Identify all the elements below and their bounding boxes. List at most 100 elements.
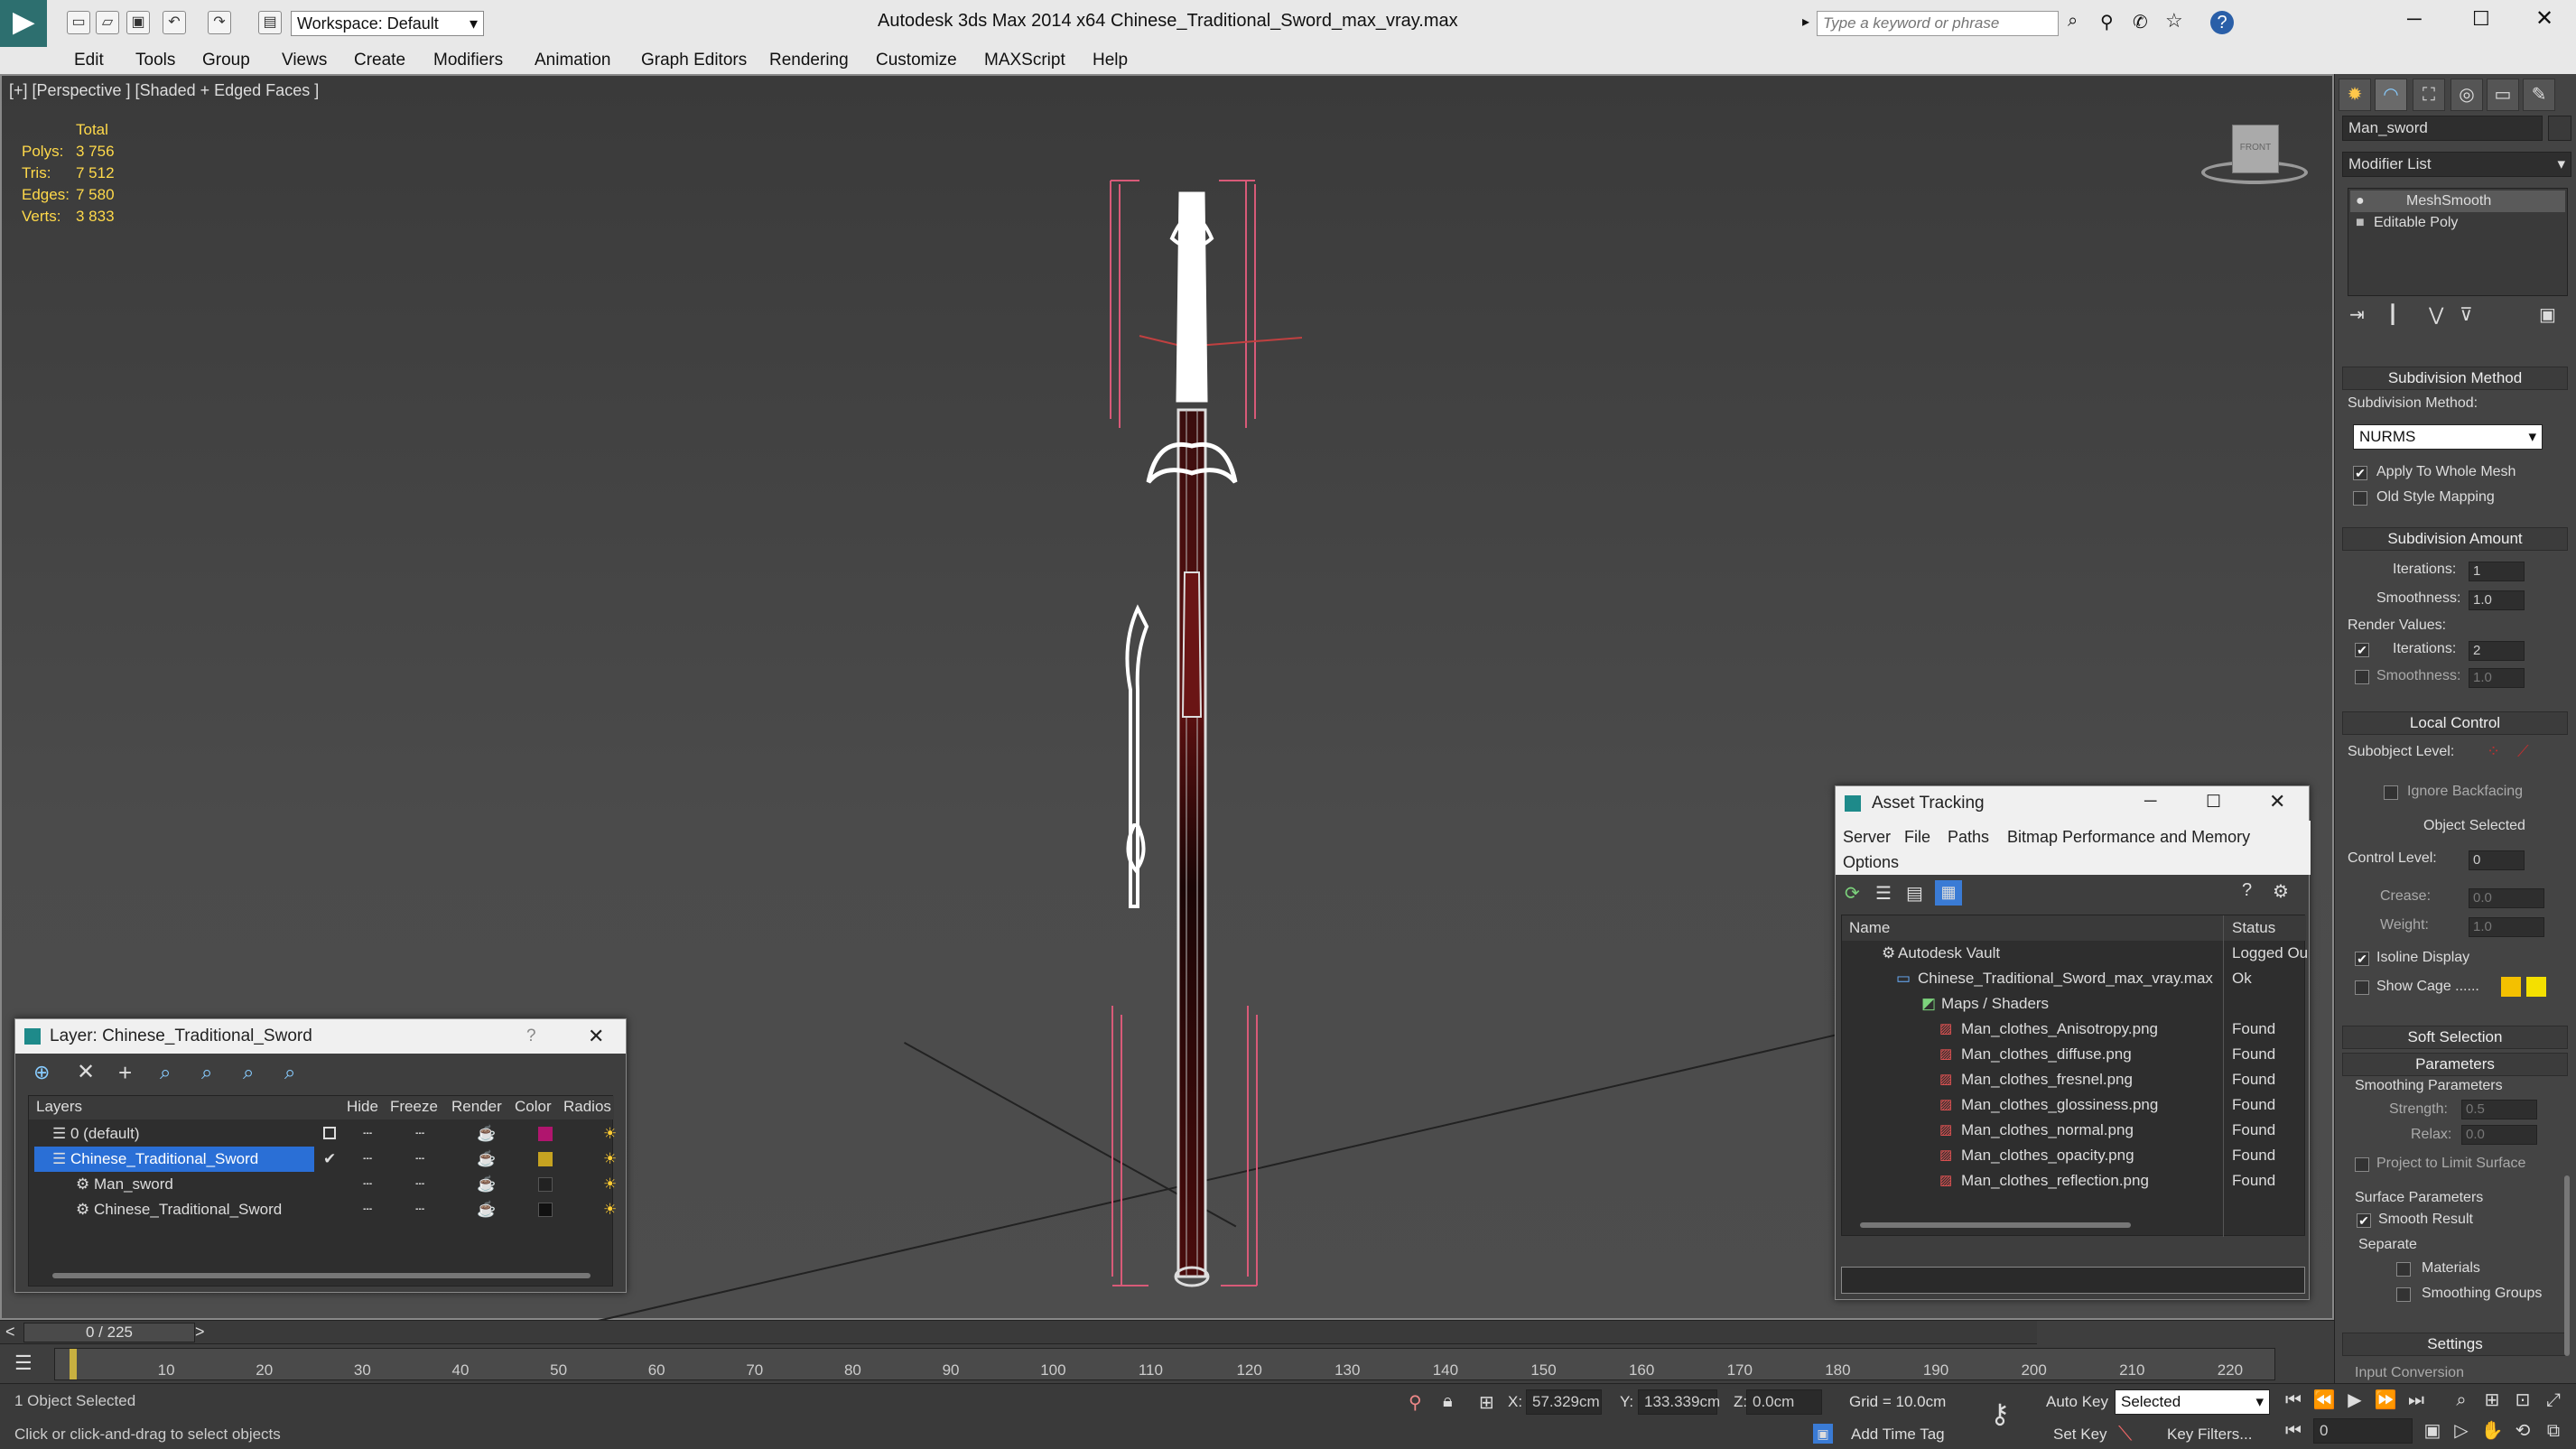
crease-spinner[interactable]: 0.0 [2469,888,2544,908]
object-name-field[interactable]: Man_sword [2342,116,2543,141]
help-context-icon[interactable]: ⚙ [2273,880,2289,903]
radiosity-icon[interactable]: ☀ [603,1172,617,1197]
stack-item-meshsmooth[interactable]: ● MeshSmooth [2350,190,2565,212]
close-icon[interactable]: ✕ [2535,5,2553,32]
relax-spinner[interactable]: 0.0 [2461,1125,2537,1145]
hide-toggle[interactable]: ┄ [363,1147,372,1172]
menu-file[interactable]: File [1904,828,1930,847]
minimize-icon[interactable]: ─ [2407,7,2422,31]
layer-color-swatch[interactable] [538,1127,553,1141]
render-iterations-checkbox[interactable]: ✔ [2355,643,2369,657]
create-tab-icon[interactable]: ✹ [2339,79,2371,111]
grid-view-icon[interactable]: ▦ [1935,880,1962,906]
maximize-toggle-icon[interactable]: ⧉ [2541,1418,2566,1444]
menu-maxscript[interactable]: MAXScript [984,51,1065,70]
new-file-icon[interactable]: ▭ [67,11,90,34]
close-icon[interactable]: ✕ [588,1025,604,1048]
play-icon[interactable]: ▶ [2342,1388,2367,1413]
col-freeze[interactable]: Freeze [390,1098,438,1116]
set-key-icon[interactable]: ⟍ [2118,1422,2132,1445]
edge-level-icon[interactable]: ⟋ [2517,742,2529,761]
zoom-extents-icon[interactable]: ⊡ [2510,1388,2535,1413]
display-tab-icon[interactable]: ▭ [2487,79,2519,111]
asset-row[interactable]: ▨ Man_clothes_reflection.png Found [1842,1168,2306,1194]
menu-server[interactable]: Server [1843,828,1891,847]
modify-tab-icon[interactable]: ◠ [2375,79,2407,111]
subdivision-method-dropdown[interactable]: NURMS ▾ [2353,424,2543,450]
menu-paths[interactable]: Paths [1948,828,1989,847]
iterations-spinner[interactable]: 1 [2469,562,2525,581]
freeze-toggle[interactable]: ┄ [415,1197,424,1222]
asset-row[interactable]: ▨ Man_clothes_diffuse.png Found [1842,1042,2306,1067]
radiosity-icon[interactable]: ☀ [603,1147,617,1172]
menu-customize[interactable]: Customize [876,51,957,70]
asset-row[interactable]: ▨ Man_clothes_Anisotropy.png Found [1842,1017,2306,1042]
freeze-toggle[interactable]: ┄ [415,1147,424,1172]
freeze-toggle[interactable]: ┄ [415,1121,424,1147]
horizontal-scrollbar[interactable] [52,1273,591,1278]
rollout-soft-selection[interactable]: Soft Selection [2342,1026,2568,1049]
hide-toggle[interactable]: ┄ [363,1197,372,1222]
render-iterations-spinner[interactable]: 2 [2469,641,2525,661]
previous-frame-icon[interactable]: ⏪ [2311,1388,2337,1413]
help-icon[interactable]: ? [2210,11,2234,34]
help-icon[interactable]: ? [526,1026,536,1046]
help-icon[interactable]: ? [2242,880,2252,901]
go-to-start-icon[interactable]: ⏮ [2281,1388,2306,1413]
menu-bitmap-performance[interactable]: Bitmap Performance and Memory [2007,828,2250,847]
materials-checkbox[interactable] [2396,1262,2411,1277]
menu-views[interactable]: Views [282,51,327,70]
orbit-icon[interactable]: ⟲ [2510,1418,2535,1444]
next-frame-icon[interactable]: > [195,1323,205,1342]
undo-icon[interactable]: ↶ [163,11,186,34]
workspace-dropdown[interactable]: Workspace: Default ▾ [291,11,484,36]
y-coordinate[interactable]: 133.339cm [1638,1389,1720,1415]
maximize-icon[interactable]: ☐ [2472,7,2490,31]
add-time-tag[interactable]: Add Time Tag [1851,1426,1945,1444]
asset-row[interactable]: ⚙ Autodesk Vault Logged Ou [1842,941,2308,966]
current-frame-marker[interactable] [70,1349,77,1379]
lock-icon[interactable]: 🔒︎ [1443,1391,1453,1412]
panel-scrollbar[interactable] [2564,1175,2570,1356]
apply-whole-mesh-checkbox[interactable]: ✔ [2353,466,2367,480]
smoothing-groups-checkbox[interactable] [2396,1287,2411,1302]
cage-color-swatch[interactable] [2501,977,2521,997]
key-mode-icon[interactable]: ⏮ [2281,1418,2306,1444]
maximize-icon[interactable]: ☐ [2206,792,2221,813]
utilities-tab-icon[interactable]: ✎ [2523,79,2555,111]
isolate-icon[interactable]: ⚲ [1409,1391,1422,1414]
hierarchy-tab-icon[interactable]: ⛶ [2413,79,2445,111]
show-end-result-icon[interactable]: ┃ [2387,303,2398,326]
time-slider-thumb[interactable]: 0 / 225 [23,1323,195,1342]
modifier-list-dropdown[interactable]: Modifier List ▾ [2342,152,2571,177]
render-teapot-icon[interactable]: ☕ [477,1197,496,1222]
app-logo-icon[interactable]: ▶ [0,0,47,47]
zoom-icon[interactable]: ⌕ [2449,1388,2474,1413]
create-layer-icon[interactable]: ⊕ [33,1061,50,1084]
key-filters-button[interactable]: Key Filters... [2167,1426,2252,1444]
hide-toggle[interactable]: ┄ [363,1172,372,1197]
asset-row[interactable]: ▨ Man_clothes_normal.png Found [1842,1118,2306,1143]
radiosity-icon[interactable]: ☀ [603,1121,617,1147]
next-frame-icon[interactable]: ⏩ [2373,1388,2398,1413]
col-color[interactable]: Color [515,1098,552,1116]
remove-modifier-icon[interactable]: ⊽ [2460,303,2473,326]
rollout-subdivision-method[interactable]: Subdivision Method [2342,367,2568,390]
layer-row-sword-object[interactable]: ⚙ Chinese_Traditional_Sword ┄ ┄ ☕ ☀ [29,1197,617,1222]
menu-modifiers[interactable]: Modifiers [433,51,503,70]
viewcube[interactable]: FRONT [2201,125,2310,188]
menu-rendering[interactable]: Rendering [769,51,849,70]
add-to-layer-icon[interactable]: + [118,1059,132,1087]
layer-color-swatch[interactable] [538,1152,553,1166]
search-input[interactable] [1817,11,2059,36]
subscription-icon[interactable]: ⚲ [2100,11,2114,33]
ignore-backfacing-checkbox[interactable] [2384,785,2398,800]
mini-curve-editor-icon[interactable]: ☰ [14,1351,33,1375]
field-of-view-icon[interactable]: ▷ [2449,1418,2474,1444]
render-teapot-icon[interactable]: ☕ [477,1121,496,1147]
layer-row-default[interactable]: ☰ 0 (default) ┄ ┄ ☕ ☀ [29,1121,617,1147]
old-style-mapping-checkbox[interactable] [2353,491,2367,506]
auto-key-mode-dropdown[interactable]: Selected ▾ [2115,1389,2270,1415]
menu-edit[interactable]: Edit [74,51,104,70]
freeze-toggle[interactable]: ┄ [415,1172,424,1197]
